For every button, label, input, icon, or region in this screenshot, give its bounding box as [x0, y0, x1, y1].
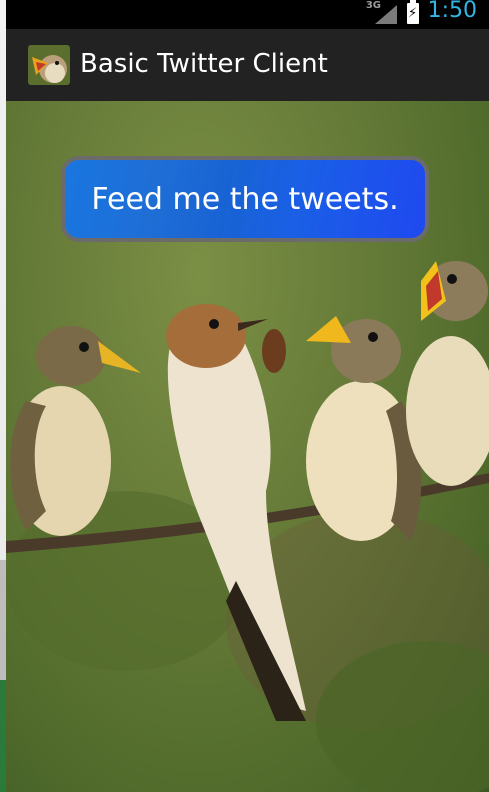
status-clock: 1:50 [427, 0, 477, 23]
battery-charging-icon: ⚡ [407, 0, 419, 24]
bird-app-icon[interactable] [28, 45, 70, 85]
app-title: Basic Twitter Client [80, 49, 328, 79]
feed-tweets-button[interactable]: Feed me the tweets. [61, 156, 429, 242]
signal-icon [375, 5, 397, 24]
status-bar: 3G ⚡ 1:50 [6, 0, 489, 29]
action-bar: Basic Twitter Client [6, 29, 489, 102]
main-content: Feed me the tweets. [6, 101, 489, 792]
